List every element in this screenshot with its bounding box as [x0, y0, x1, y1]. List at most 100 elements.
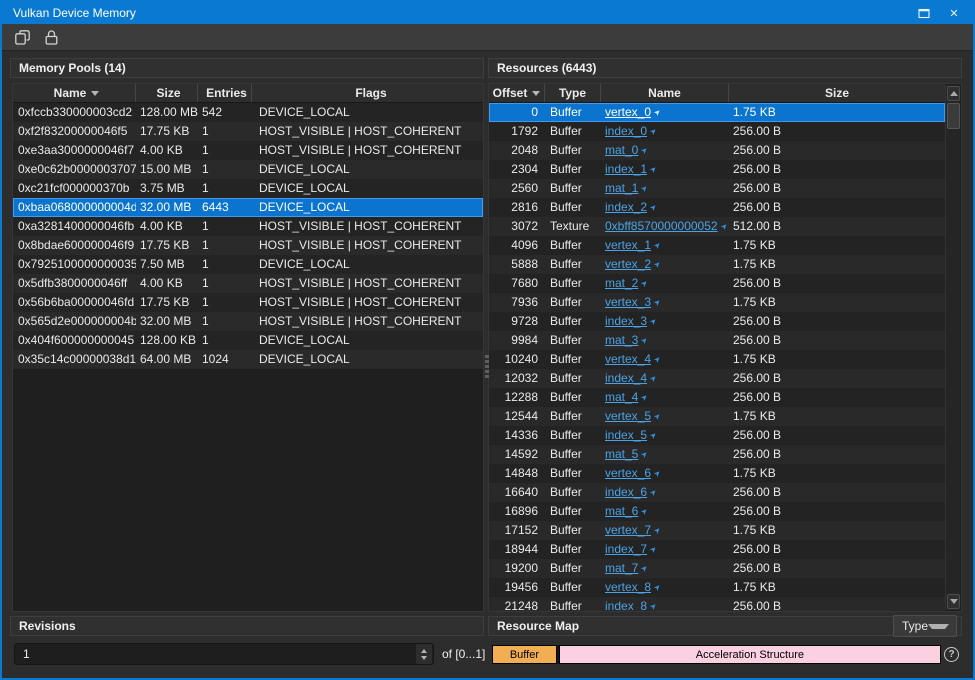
resource-row[interactable]: 14848Buffervertex_6➤1.75 KB [489, 464, 945, 483]
help-icon[interactable]: ? [944, 647, 959, 662]
maximize-icon[interactable] [917, 6, 931, 20]
column-header-size[interactable]: Size [136, 84, 198, 102]
resource-row[interactable]: 21248Bufferindex_8➤256.00 B [489, 597, 945, 612]
resource-row[interactable]: 0Buffervertex_0➤1.75 KB [489, 103, 945, 122]
resource-link[interactable]: vertex_8 [605, 580, 651, 594]
resource-link[interactable]: vertex_7 [605, 523, 651, 537]
memory-pool-row[interactable]: 0xf2f83200000046f517.75 KB1HOST_VISIBLE … [13, 122, 483, 141]
column-header-name[interactable]: Name [13, 84, 136, 102]
memory-pool-row[interactable]: 0x56b6ba00000046fd17.75 KB1HOST_VISIBLE … [13, 293, 483, 312]
column-header-flags[interactable]: Flags [252, 84, 483, 102]
memory-pool-row[interactable]: 0x8bdae600000046f917.75 KB1HOST_VISIBLE … [13, 236, 483, 255]
memory-pool-row[interactable]: 0x404f600000000045128.00 KB1DEVICE_LOCAL [13, 331, 483, 350]
resource-row[interactable]: 1792Bufferindex_0➤256.00 B [489, 122, 945, 141]
resource-row[interactable]: 16896Buffermat_6➤256.00 B [489, 502, 945, 521]
resource-link[interactable]: index_6 [605, 485, 647, 499]
column-header-entries[interactable]: Entries [198, 84, 252, 102]
resource-link[interactable]: vertex_2 [605, 257, 651, 271]
resource-map-segment[interactable]: Buffer [492, 645, 557, 664]
resource-link[interactable]: mat_7 [605, 561, 638, 575]
resource-link[interactable]: index_5 [605, 428, 647, 442]
memory-pool-row[interactable]: 0x35c14c00000038d164.00 MB1024DEVICE_LOC… [13, 350, 483, 369]
resource-row[interactable]: 18944Bufferindex_7➤256.00 B [489, 540, 945, 559]
resource-link[interactable]: vertex_3 [605, 295, 651, 309]
resource-row[interactable]: 16640Bufferindex_6➤256.00 B [489, 483, 945, 502]
cell-size: 64.00 MB [136, 350, 198, 369]
memory-pool-row[interactable]: 0xa3281400000046fb4.00 KB1HOST_VISIBLE |… [13, 217, 483, 236]
memory-pool-row[interactable]: 0x565d2e000000004b32.00 MB1HOST_VISIBLE … [13, 312, 483, 331]
resource-link[interactable]: mat_4 [605, 390, 638, 404]
scroll-down-icon[interactable] [947, 594, 960, 609]
resource-row[interactable]: 2048Buffermat_0➤256.00 B [489, 141, 945, 160]
memory-pool-row[interactable]: 0x5dfb3800000046ff4.00 KB1HOST_VISIBLE |… [13, 274, 483, 293]
memory-pool-row[interactable]: 0xbaa068000000004d32.00 MB6443DEVICE_LOC… [13, 198, 483, 217]
scroll-up-icon[interactable] [947, 86, 960, 101]
resource-link[interactable]: index_0 [605, 124, 647, 138]
resource-row[interactable]: 10240Buffervertex_4➤1.75 KB [489, 350, 945, 369]
resource-row[interactable]: 2560Buffermat_1➤256.00 B [489, 179, 945, 198]
resource-link[interactable]: mat_2 [605, 276, 638, 290]
resource-map-segment[interactable]: Acceleration Structure [559, 645, 941, 664]
memory-pool-row[interactable]: 0xe0c62b000000370715.00 MB1DEVICE_LOCAL [13, 160, 483, 179]
resource-link[interactable]: index_2 [605, 200, 647, 214]
resource-link[interactable]: index_8 [605, 599, 647, 612]
resource-row[interactable]: 3072Texture0xbff8570000000052➤512.00 B [489, 217, 945, 236]
resource-row[interactable]: 9728Bufferindex_3➤256.00 B [489, 312, 945, 331]
resource-row[interactable]: 19200Buffermat_7➤256.00 B [489, 559, 945, 578]
resource-link[interactable]: index_1 [605, 162, 647, 176]
memory-pool-row[interactable]: 0xe3aa3000000046f74.00 KB1HOST_VISIBLE |… [13, 141, 483, 160]
resource-link[interactable]: 0xbff8570000000052 [605, 219, 718, 233]
cell-type: Buffer [545, 483, 601, 502]
column-header-name[interactable]: Name [601, 84, 729, 102]
resource-row[interactable]: 4096Buffervertex_1➤1.75 KB [489, 236, 945, 255]
map-mode-dropdown[interactable]: Type [893, 615, 957, 637]
resource-row[interactable]: 7680Buffermat_2➤256.00 B [489, 274, 945, 293]
revision-spinbox[interactable] [14, 643, 434, 665]
resource-link[interactable]: vertex_1 [605, 238, 651, 252]
resource-row[interactable]: 9984Buffermat_3➤256.00 B [489, 331, 945, 350]
resource-link[interactable]: index_4 [605, 371, 647, 385]
resource-link[interactable]: index_7 [605, 542, 647, 556]
scrollbar-thumb[interactable] [947, 103, 960, 129]
resources-scrollbar[interactable] [945, 85, 960, 610]
column-header-size[interactable]: Size [729, 84, 945, 102]
resource-row[interactable]: 14336Bufferindex_5➤256.00 B [489, 426, 945, 445]
resource-row[interactable]: 19456Buffervertex_8➤1.75 KB [489, 578, 945, 597]
column-header-type[interactable]: Type [545, 84, 601, 102]
resource-row[interactable]: 7936Buffervertex_3➤1.75 KB [489, 293, 945, 312]
resource-row[interactable]: 2304Bufferindex_1➤256.00 B [489, 160, 945, 179]
lock-icon[interactable] [40, 26, 62, 48]
new-window-icon[interactable] [11, 26, 33, 48]
panel-splitter-handle[interactable] [484, 355, 490, 378]
close-icon[interactable]: ✕ [947, 6, 961, 20]
cell-name: mat_6➤ [601, 502, 729, 521]
revision-input[interactable] [15, 647, 416, 661]
resource-link[interactable]: index_3 [605, 314, 647, 328]
resource-link[interactable]: mat_0 [605, 143, 638, 157]
cell-name: index_2➤ [601, 198, 729, 217]
resource-link[interactable]: mat_6 [605, 504, 638, 518]
resource-row[interactable]: 12288Buffermat_4➤256.00 B [489, 388, 945, 407]
resource-row[interactable]: 12032Bufferindex_4➤256.00 B [489, 369, 945, 388]
titlebar[interactable]: Vulkan Device Memory ✕ [2, 2, 973, 24]
column-header-offset[interactable]: Offset [489, 84, 545, 102]
resource-row[interactable]: 14592Buffermat_5➤256.00 B [489, 445, 945, 464]
resource-row[interactable]: 17152Buffervertex_7➤1.75 KB [489, 521, 945, 540]
resource-link[interactable]: vertex_5 [605, 409, 651, 423]
memory-pool-row[interactable]: 0xfccb330000003cd2128.00 MB542DEVICE_LOC… [13, 103, 483, 122]
spin-up-icon[interactable] [421, 649, 427, 653]
spin-down-icon[interactable] [421, 656, 427, 660]
spinner-arrows[interactable] [416, 644, 432, 664]
resource-link[interactable]: vertex_0 [605, 105, 651, 119]
resource-row[interactable]: 12544Buffervertex_5➤1.75 KB [489, 407, 945, 426]
memory-pool-row[interactable]: 0xc21fcf000000370b3.75 MB1DEVICE_LOCAL [13, 179, 483, 198]
resource-link[interactable]: vertex_4 [605, 352, 651, 366]
resource-link[interactable]: mat_1 [605, 181, 638, 195]
resource-link[interactable]: mat_3 [605, 333, 638, 347]
resource-row[interactable]: 2816Bufferindex_2➤256.00 B [489, 198, 945, 217]
memory-pool-row[interactable]: 0x79251000000000357.50 MB1DEVICE_LOCAL [13, 255, 483, 274]
resource-link[interactable]: mat_5 [605, 447, 638, 461]
resource-row[interactable]: 5888Buffervertex_2➤1.75 KB [489, 255, 945, 274]
resource-link[interactable]: vertex_6 [605, 466, 651, 480]
cell-name: vertex_2➤ [601, 255, 729, 274]
